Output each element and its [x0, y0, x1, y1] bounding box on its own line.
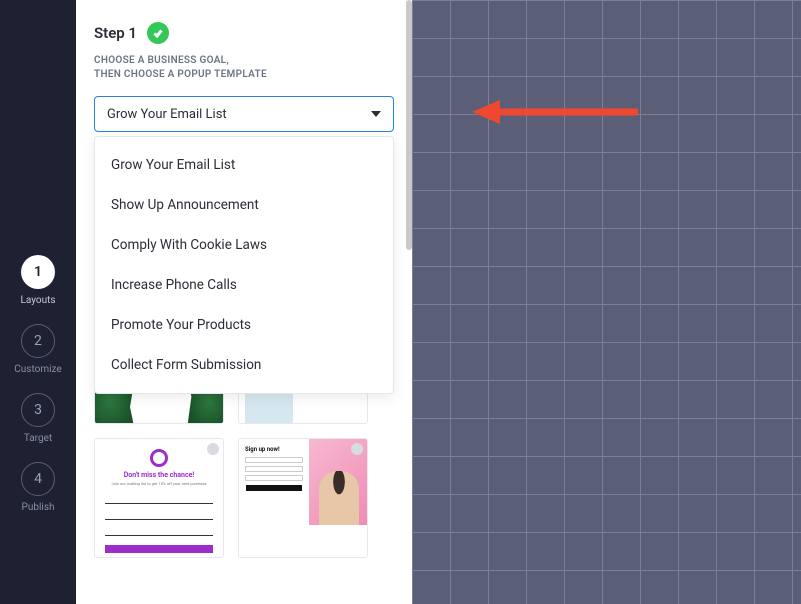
subtitle-line1: CHOOSE A BUSINESS GOAL,	[94, 55, 229, 66]
grid-line	[412, 304, 801, 305]
grid-line	[412, 114, 801, 115]
grid-line	[640, 0, 641, 604]
left-nav: 1 Layouts 2 Customize 3 Target 4 Publish	[0, 0, 76, 604]
grid-line	[412, 0, 413, 604]
logo-icon	[150, 449, 168, 467]
grid-line	[412, 532, 801, 533]
template-title: Don't miss the chance!	[95, 471, 223, 479]
preview-canvas[interactable]: // grid lines will be appended after dat…	[412, 0, 801, 604]
grid-line	[716, 0, 717, 604]
nav-step-number: 4	[21, 462, 55, 496]
settings-panel: Step 1 CHOOSE A BUSINESS GOAL, THEN CHOO…	[76, 0, 412, 604]
nav-step-publish[interactable]: 4 Publish	[21, 462, 55, 513]
panel-content: Step 1 CHOOSE A BUSINESS GOAL, THEN CHOO…	[76, 22, 412, 132]
grid-line	[412, 152, 801, 153]
grid-line	[412, 228, 801, 229]
grid-line	[412, 0, 801, 1]
grid-line	[526, 0, 527, 604]
goal-option-promote[interactable]: Promote Your Products	[95, 305, 393, 345]
nav-step-label: Target	[24, 433, 52, 444]
template-grid: Don't miss the chance! Join our mailing …	[94, 378, 394, 558]
grid-line	[412, 570, 801, 571]
goal-option-phone[interactable]: Increase Phone Calls	[95, 265, 393, 305]
grid-line	[412, 190, 801, 191]
nav-step-label: Customize	[14, 364, 61, 375]
grid-line	[412, 380, 801, 381]
nav-step-layouts[interactable]: 1 Layouts	[20, 255, 55, 306]
nav-step-target[interactable]: 3 Target	[21, 393, 55, 444]
grid-line	[754, 0, 755, 604]
nav-step-number: 3	[21, 393, 55, 427]
grid-line	[412, 456, 801, 457]
grid-line	[792, 0, 793, 604]
goal-option-cookie[interactable]: Comply With Cookie Laws	[95, 225, 393, 265]
step-title: Step 1	[94, 24, 137, 42]
close-icon	[207, 443, 219, 455]
check-icon	[147, 22, 169, 44]
grid-line	[412, 266, 801, 267]
grid-line	[412, 76, 801, 77]
goal-option-grow-email[interactable]: Grow Your Email List	[95, 145, 393, 185]
template-subtitle: Join our mailing list to get 15% off you…	[105, 481, 213, 486]
grid-line	[412, 494, 801, 495]
grid-line	[564, 0, 565, 604]
close-icon	[351, 443, 363, 455]
nav-step-label: Publish	[22, 502, 55, 513]
goal-select-value: Grow Your Email List	[107, 107, 227, 122]
grid-line	[488, 0, 489, 604]
grid-line	[412, 38, 801, 39]
template-preview-form: Sign up now!	[245, 445, 303, 492]
grid-line	[450, 0, 451, 604]
template-title: Sign up now!	[245, 445, 303, 454]
template-card-purple[interactable]: Don't miss the chance! Join our mailing …	[94, 438, 224, 558]
template-card-signup[interactable]: Sign up now!	[238, 438, 368, 558]
caret-down-icon	[371, 111, 381, 117]
subtitle-line2: THEN CHOOSE A POPUP TEMPLATE	[94, 69, 267, 80]
nav-step-number: 2	[21, 324, 55, 358]
goal-dropdown: Grow Your Email List Show Up Announcemen…	[94, 136, 394, 394]
grid-line	[602, 0, 603, 604]
goal-select[interactable]: Grow Your Email List	[94, 96, 394, 132]
step-header: Step 1	[94, 22, 394, 44]
nav-step-customize[interactable]: 2 Customize	[14, 324, 61, 375]
goal-option-announcement[interactable]: Show Up Announcement	[95, 185, 393, 225]
step-subtitle: CHOOSE A BUSINESS GOAL, THEN CHOOSE A PO…	[94, 54, 394, 82]
nav-step-number: 1	[21, 255, 55, 289]
goal-select-wrapper: Grow Your Email List Grow Your Email Lis…	[94, 96, 394, 132]
grid-line	[412, 418, 801, 419]
goal-option-form[interactable]: Collect Form Submission	[95, 345, 393, 385]
nav-step-label: Layouts	[20, 295, 55, 306]
grid-line	[678, 0, 679, 604]
grid-line	[412, 342, 801, 343]
